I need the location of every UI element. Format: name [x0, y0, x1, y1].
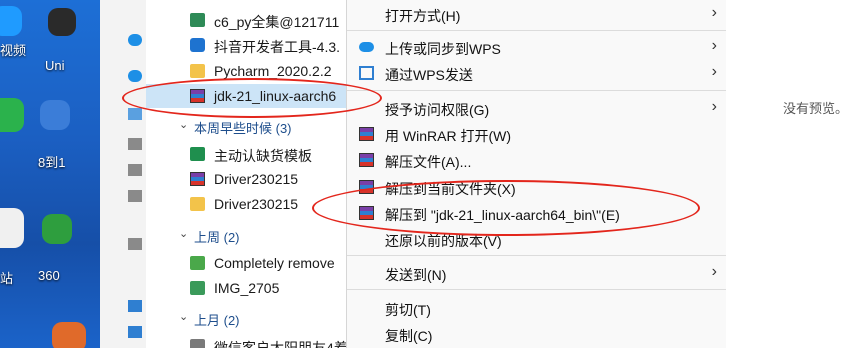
- menu-item-label: 用 WinRAR 打开(W): [385, 128, 511, 144]
- list-item-label: 抖音开发者工具-4.3.: [214, 39, 341, 55]
- drive-icon[interactable]: [128, 300, 142, 312]
- list-item[interactable]: 主动认缺货模板: [146, 142, 346, 166]
- doc-icon: [190, 13, 205, 27]
- menu-item-label: 通过WPS发送: [385, 67, 473, 83]
- chevron-down-icon[interactable]: ⌄: [179, 310, 188, 323]
- menu-item-extract-files[interactable]: 解压文件(A)...: [347, 146, 727, 174]
- this-pc-icon[interactable]: [128, 108, 142, 120]
- video-app-icon[interactable]: [0, 6, 22, 36]
- menu-item-grant-access[interactable]: 授予访问权限(G) ›: [347, 94, 727, 122]
- pink-app-icon[interactable]: [0, 208, 24, 248]
- video-icon: [190, 256, 205, 270]
- desktop-label-video[interactable]: 视频: [0, 40, 26, 59]
- menu-item-label: 打开方式(H): [385, 8, 461, 24]
- chevron-down-icon[interactable]: ⌄: [179, 227, 188, 240]
- menu-separator: [347, 255, 727, 256]
- drive-icon[interactable]: [128, 190, 142, 202]
- bottom-app-icon[interactable]: [52, 322, 86, 348]
- desktop-label-site[interactable]: 站: [0, 268, 13, 287]
- menu-item-open-with[interactable]: 打开方式(H) ›: [347, 0, 727, 28]
- wechat-icon[interactable]: [0, 98, 24, 132]
- menu-item-copy[interactable]: 复制(C): [347, 320, 727, 348]
- onedrive-icon[interactable]: [128, 70, 142, 82]
- list-item[interactable]: IMG_2705: [146, 276, 346, 300]
- list-item[interactable]: Driver230215: [146, 167, 346, 191]
- share-icon: [359, 66, 374, 80]
- menu-item-upload-wps[interactable]: 上传或同步到WPS ›: [347, 33, 727, 61]
- group-header[interactable]: ⌄ 上月 (2): [146, 308, 346, 328]
- group-header[interactable]: ⌄ 本周早些时候 (3): [146, 116, 346, 136]
- network-icon[interactable]: [128, 238, 142, 250]
- onedrive-icon[interactable]: [128, 34, 142, 46]
- unity-icon[interactable]: [48, 8, 76, 36]
- menu-item-label: 发送到(N): [385, 267, 447, 283]
- list-item-label: IMG_2705: [214, 280, 280, 296]
- folder-icon: [190, 197, 205, 211]
- preview-empty-text: 没有预览。: [782, 101, 848, 116]
- menu-item-open-winrar[interactable]: 用 WinRAR 打开(W): [347, 120, 727, 148]
- list-item-label: 微信客户太阳朋友4着: [214, 340, 346, 348]
- app-icon[interactable]: [40, 100, 70, 130]
- menu-item-send-to[interactable]: 发送到(N) ›: [347, 259, 727, 287]
- chevron-right-icon: ›: [711, 63, 717, 80]
- drive-icon[interactable]: [128, 164, 142, 176]
- group-header[interactable]: ⌄ 上周 (2): [146, 225, 346, 245]
- group-label: 本周早些时候 (3): [194, 121, 292, 136]
- winrar-icon: [359, 153, 374, 167]
- menu-item-label: 上传或同步到WPS: [385, 41, 501, 57]
- menu-item-send-wps[interactable]: 通过WPS发送 ›: [347, 59, 727, 87]
- list-item[interactable]: 微信客户太阳朋友4着: [146, 334, 346, 348]
- list-item-label: c6_py全集@121711: [214, 14, 340, 30]
- menu-item-label: 解压文件(A)...: [385, 154, 472, 170]
- list-item[interactable]: 抖音开发者工具-4.3.: [146, 33, 346, 57]
- chevron-right-icon: ›: [711, 263, 717, 280]
- group-label: 上月 (2): [194, 313, 240, 328]
- folder-icon: [190, 64, 205, 78]
- group-label: 上周 (2): [194, 230, 240, 245]
- menu-item-label: 剪切(T): [385, 302, 431, 318]
- list-item-label: Pycharm_2020.2.2: [214, 63, 332, 79]
- winrar-icon: [359, 127, 374, 141]
- menu-item-cut[interactable]: 剪切(T): [347, 294, 727, 322]
- list-item-label: 主动认缺货模板: [214, 148, 312, 164]
- list-item-label: Completely remove: [214, 255, 335, 271]
- desktop-label-360[interactable]: 360: [38, 268, 60, 283]
- image-icon: [190, 281, 205, 295]
- menu-separator: [347, 30, 727, 31]
- chevron-right-icon: ›: [711, 4, 717, 21]
- annotation-ellipse-selected-file: [122, 78, 382, 118]
- menu-separator: [347, 289, 727, 290]
- file-list: c6_py全集@121711 抖音开发者工具-4.3. Pycharm_2020…: [146, 0, 346, 348]
- cloud-icon: [359, 42, 374, 52]
- list-item[interactable]: c6_py全集@121711: [146, 8, 346, 32]
- chevron-right-icon: ›: [711, 37, 717, 54]
- annotation-ellipse-extract-here: [312, 180, 700, 236]
- winrar-archive-icon: [190, 172, 205, 186]
- desktop-label-unity[interactable]: Uni: [45, 58, 65, 73]
- drive-icon[interactable]: [128, 138, 142, 150]
- chevron-down-icon[interactable]: ⌄: [179, 118, 188, 131]
- list-item-label: Driver230215: [214, 196, 299, 212]
- menu-item-label: 授予访问权限(G): [385, 102, 490, 118]
- preview-pane: 没有预览。: [726, 0, 854, 348]
- menu-item-label: 复制(C): [385, 328, 433, 344]
- desktop-area: 视频 Uni 8到1 360 站: [0, 0, 100, 348]
- spreadsheet-icon: [190, 147, 205, 161]
- context-menu: 打开方式(H) › 上传或同步到WPS › 通过WPS发送 › 授予访问权限(G…: [346, 0, 728, 348]
- desktop-label-8to1[interactable]: 8到1: [38, 152, 65, 171]
- chevron-right-icon: ›: [711, 98, 717, 115]
- menu-separator: [347, 90, 727, 91]
- app-icon: [190, 38, 205, 52]
- navigation-pane: [100, 0, 147, 348]
- windows-icon[interactable]: [128, 326, 142, 338]
- list-item-label: Driver230215: [214, 171, 299, 187]
- wechat-file-icon: [190, 339, 205, 348]
- 360-icon[interactable]: [42, 214, 72, 244]
- list-item[interactable]: Completely remove: [146, 251, 346, 275]
